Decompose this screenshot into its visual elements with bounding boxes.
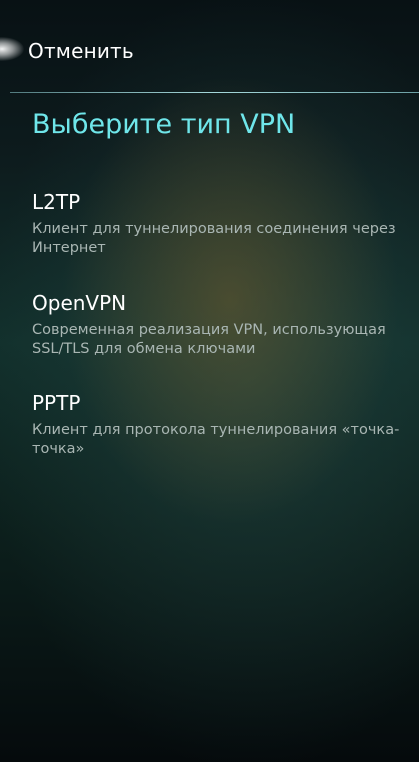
vpn-option-description: Современная реализация VPN, использующая…: [32, 322, 386, 357]
header-bar: Отменить: [0, 0, 419, 93]
header-divider: [10, 92, 419, 93]
vpn-option-description: Клиент для туннелирования соединения чер…: [32, 221, 396, 256]
page-title: Выберите тип VPN: [32, 109, 296, 140]
cancel-button[interactable]: Отменить: [0, 0, 200, 93]
vpn-option-description: Клиент для протокола туннелирования «точ…: [32, 422, 400, 457]
vpn-option-title: OpenVPN: [32, 291, 127, 315]
vpn-type-screen: Отменить Выберите тип VPN L2TP Клиент дл…: [0, 0, 419, 762]
press-glow-indicator: [0, 37, 24, 61]
vpn-option-pptp[interactable]: PPTP Клиент для протокола туннелирования…: [0, 391, 419, 471]
cancel-label: Отменить: [28, 39, 134, 63]
vpn-option-l2tp[interactable]: L2TP Клиент для туннелирования соединени…: [0, 190, 419, 270]
vpn-option-openvpn[interactable]: OpenVPN Современная реализация VPN, испо…: [0, 291, 419, 371]
vpn-option-title: PPTP: [32, 391, 81, 415]
vpn-option-title: L2TP: [32, 190, 81, 214]
